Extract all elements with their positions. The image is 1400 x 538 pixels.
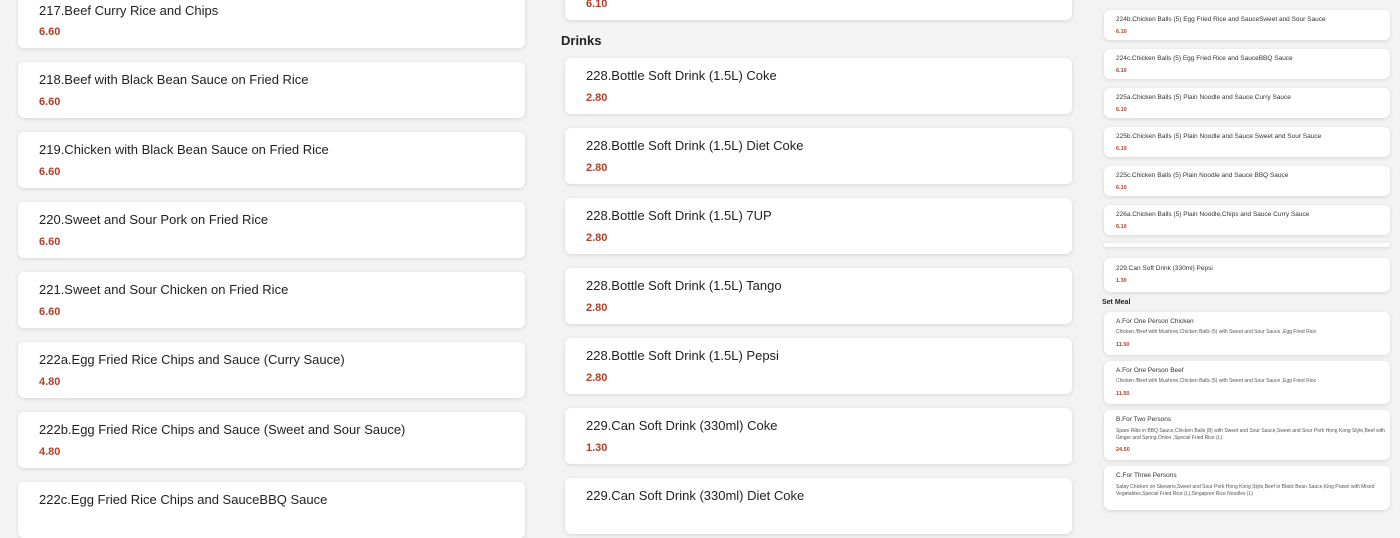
set-meal-price: 11.50 [1116, 391, 1130, 397]
menu-item-card[interactable]: 6.10 [565, 0, 1072, 20]
menu-item-price: 6.10 [1116, 29, 1127, 35]
menu-item-card[interactable]: 228.Bottle Soft Drink (1.5L) Coke 2.80 [565, 58, 1072, 114]
set-meal-description: Chicken /Beef with Mushroo,Chicken Balls… [1116, 329, 1317, 335]
menu-item-price: 6.10 [1116, 107, 1127, 113]
menu-item-card[interactable]: 224b.Chicken Balls (5) Egg Fried Rice an… [1104, 10, 1390, 40]
menu-item-price: 6.10 [1116, 185, 1127, 191]
set-meal-name: A.For One Person Chicken [1116, 318, 1194, 325]
menu-item-card[interactable]: 228.Bottle Soft Drink (1.5L) Tango 2.80 [565, 268, 1072, 324]
menu-item-price: 6.10 [1116, 146, 1127, 152]
menu-item-card[interactable]: 229.Can Soft Drink (330ml) Coke 1.30 [565, 408, 1072, 464]
menu-item-name: 217.Beef Curry Rice and Chips [39, 3, 219, 18]
menu-item-name: 221.Sweet and Sour Chicken on Fried Rice [39, 282, 289, 297]
menu-item-price: 1.30 [586, 442, 608, 454]
set-meal-card[interactable]: A.For One Person Beef Chicken /Beef with… [1104, 361, 1390, 404]
menu-item-card[interactable]: 228.Bottle Soft Drink (1.5L) Diet Coke 2… [565, 128, 1072, 184]
menu-item-price: 4.80 [39, 446, 61, 458]
menu-item-price: 6.60 [39, 306, 61, 318]
menu-item-name: 225a.Chicken Balls (5) Plain Noodle and … [1116, 94, 1291, 101]
menu-item-price: 2.80 [586, 302, 608, 314]
menu-item-card[interactable]: 228.Bottle Soft Drink (1.5L) Pepsi 2.80 [565, 338, 1072, 394]
menu-item-name: 222b.Egg Fried Rice Chips and Sauce (Swe… [39, 422, 406, 437]
menu-item-name: 229.Can Soft Drink (330ml) Pepsi [1116, 265, 1213, 272]
menu-item-card[interactable]: 222b.Egg Fried Rice Chips and Sauce (Swe… [18, 412, 525, 468]
menu-item-name: 225c.Chicken Balls (5) Plain Noodle and … [1116, 172, 1289, 179]
menu-item-name: 219.Chicken with Black Bean Sauce on Fri… [39, 142, 329, 157]
menu-item-name: 218.Beef with Black Bean Sauce on Fried … [39, 72, 309, 87]
menu-item-name: 228.Bottle Soft Drink (1.5L) Diet Coke [586, 138, 804, 153]
set-meal-name: B.For Two Persons [1116, 416, 1172, 423]
set-meal-price: 11.50 [1116, 342, 1130, 348]
menu-item-price: 2.80 [586, 232, 608, 244]
menu-item-card[interactable]: 217.Beef Curry Rice and Chips 6.60 [18, 0, 525, 48]
set-meal-description: Chicken /Beef with Mushroo,Chicken Balls… [1116, 378, 1317, 384]
set-meal-description: Satay Chicken on Skewers,Sweet and Sour … [1116, 484, 1375, 497]
menu-item-name: 224c.Chicken Balls (5) Egg Fried Rice an… [1116, 55, 1293, 62]
menu-item-name: 228.Bottle Soft Drink (1.5L) 7UP [586, 208, 772, 223]
set-meal-description: Spare Ribs in BBQ Sauce,Chicken Balls (8… [1116, 428, 1386, 441]
menu-item-price: 6.10 [586, 0, 608, 10]
menu-item-name: 222a.Egg Fried Rice Chips and Sauce (Cur… [39, 352, 345, 367]
menu-item-price: 6.10 [1116, 68, 1127, 74]
menu-item-price: 1.30 [1116, 278, 1127, 284]
menu-item-name: 226a.Chicken Balls (5) Plain Noodle,Chip… [1116, 211, 1310, 218]
menu-item-card[interactable]: 229.Can Soft Drink (330ml) Diet Coke [565, 478, 1072, 534]
menu-item-card[interactable]: 225a.Chicken Balls (5) Plain Noodle and … [1104, 88, 1390, 118]
section-title-drinks: Drinks [561, 33, 602, 48]
menu-item-price: 6.60 [39, 26, 61, 38]
menu-item-price: 2.80 [586, 372, 608, 384]
menu-item-name: 228.Bottle Soft Drink (1.5L) Pepsi [586, 348, 779, 363]
section-title-set-meal: Set Meal [1102, 299, 1131, 306]
menu-item-name: 229.Can Soft Drink (330ml) Coke [586, 418, 778, 433]
menu-item-name: 224b.Chicken Balls (5) Egg Fried Rice an… [1116, 16, 1326, 23]
menu-item-card[interactable]: 218.Beef with Black Bean Sauce on Fried … [18, 62, 525, 118]
menu-item-card[interactable]: 226a.Chicken Balls (5) Plain Noodle,Chip… [1104, 205, 1390, 235]
menu-item-name: 229.Can Soft Drink (330ml) Diet Coke [586, 488, 805, 503]
set-meal-card[interactable]: B.For Two Persons Spare Ribs in BBQ Sauc… [1104, 410, 1390, 460]
menu-item-price: 6.60 [39, 166, 61, 178]
menu-item-card[interactable]: 228.Bottle Soft Drink (1.5L) 7UP 2.80 [565, 198, 1072, 254]
menu-item-price: 6.10 [1116, 224, 1127, 230]
menu-item-card-partial[interactable] [1104, 243, 1390, 247]
menu-item-card[interactable]: 225b.Chicken Balls (5) Plain Noodle and … [1104, 127, 1390, 157]
menu-item-price: 4.80 [39, 376, 61, 388]
menu-item-name: 225b.Chicken Balls (5) Plain Noodle and … [1116, 133, 1322, 140]
set-meal-name: A.For One Person Beef [1116, 367, 1184, 374]
menu-item-card[interactable]: 219.Chicken with Black Bean Sauce on Fri… [18, 132, 525, 188]
menu-item-price: 6.60 [39, 96, 61, 108]
menu-item-price: 2.80 [586, 92, 608, 104]
menu-item-card[interactable]: 221.Sweet and Sour Chicken on Fried Rice… [18, 272, 525, 328]
menu-item-card[interactable]: 225c.Chicken Balls (5) Plain Noodle and … [1104, 166, 1390, 196]
menu-item-card[interactable]: 220.Sweet and Sour Pork on Fried Rice 6.… [18, 202, 525, 258]
menu-item-card[interactable]: 229.Can Soft Drink (330ml) Pepsi 1.30 [1104, 258, 1390, 292]
set-meal-name: C.For Three Persons [1116, 472, 1177, 479]
set-meal-card[interactable]: C.For Three Persons Satay Chicken on Ske… [1104, 466, 1390, 510]
menu-item-name: 220.Sweet and Sour Pork on Fried Rice [39, 212, 269, 227]
menu-item-card[interactable]: 224c.Chicken Balls (5) Egg Fried Rice an… [1104, 49, 1390, 79]
menu-item-name: 228.Bottle Soft Drink (1.5L) Tango [586, 278, 782, 293]
menu-item-card[interactable]: 222a.Egg Fried Rice Chips and Sauce (Cur… [18, 342, 525, 398]
menu-item-price: 2.80 [586, 162, 608, 174]
menu-item-card[interactable]: 222c.Egg Fried Rice Chips and SauceBBQ S… [18, 482, 525, 538]
set-meal-card[interactable]: A.For One Person Chicken Chicken /Beef w… [1104, 312, 1390, 355]
menu-item-name: 228.Bottle Soft Drink (1.5L) Coke [586, 68, 777, 83]
set-meal-price: 24.50 [1116, 447, 1130, 453]
menu-item-price: 6.60 [39, 236, 61, 248]
